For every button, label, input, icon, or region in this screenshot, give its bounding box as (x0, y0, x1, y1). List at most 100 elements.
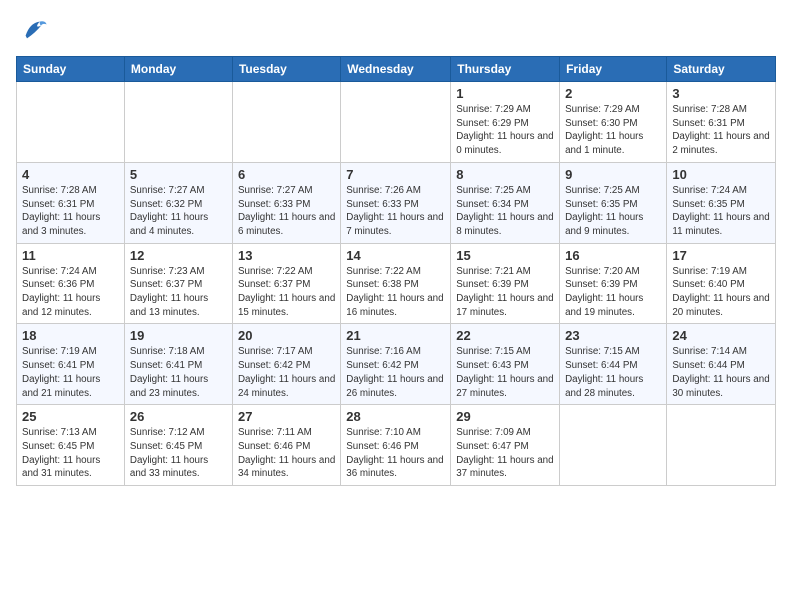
day-number: 7 (346, 167, 445, 182)
day-number: 1 (456, 86, 554, 101)
day-number: 9 (565, 167, 661, 182)
calendar-week-row: 25Sunrise: 7:13 AM Sunset: 6:45 PM Dayli… (17, 405, 776, 486)
calendar-cell: 18 Sunrise: 7:19 AM Sunset: 6:41 PM Dayli… (17, 324, 125, 405)
calendar-cell: 14 Sunrise: 7:22 AM Sunset: 6:38 PM Dayli… (341, 243, 451, 324)
calendar-table: SundayMondayTuesdayWednesdayThursdayFrid… (16, 56, 776, 486)
day-info: Sunrise: 7:20 AM Sunset: 6:39 PM Dayligh… (565, 265, 661, 320)
day-number: 17 (672, 248, 770, 263)
day-info: Sunrise: 7:22 AM Sunset: 6:38 PM Dayligh… (346, 265, 445, 320)
day-number: 23 (565, 328, 661, 343)
calendar-cell: 17 Sunrise: 7:19 AM Sunset: 6:40 PM Dayli… (667, 243, 776, 324)
col-header-saturday: Saturday (667, 57, 776, 82)
calendar-week-row: 1 Sunrise: 7:29 AM Sunset: 6:29 PM Daylig… (17, 82, 776, 163)
day-number: 2 (565, 86, 661, 101)
calendar-cell (341, 82, 451, 163)
day-info: Sunrise: 7:27 AM Sunset: 6:33 PM Dayligh… (238, 184, 335, 239)
col-header-thursday: Thursday (451, 57, 560, 82)
day-number: 16 (565, 248, 661, 263)
calendar-cell: 9 Sunrise: 7:25 AM Sunset: 6:35 PM Daylig… (560, 162, 667, 243)
day-number: 15 (456, 248, 554, 263)
day-info: Sunrise: 7:18 AM Sunset: 6:41 PM Dayligh… (130, 345, 227, 400)
col-header-friday: Friday (560, 57, 667, 82)
calendar-cell: 22Sunrise: 7:15 AM Sunset: 6:43 PM Dayli… (451, 324, 560, 405)
calendar-cell: 23 Sunrise: 7:15 AM Sunset: 6:44 PM Dayli… (560, 324, 667, 405)
day-number: 26 (130, 409, 227, 424)
day-number: 5 (130, 167, 227, 182)
day-number: 4 (22, 167, 119, 182)
day-number: 19 (130, 328, 227, 343)
day-info: Sunrise: 7:09 AM Sunset: 6:47 PM Dayligh… (456, 426, 554, 481)
calendar-cell (124, 82, 232, 163)
col-header-tuesday: Tuesday (232, 57, 340, 82)
day-number: 27 (238, 409, 335, 424)
day-number: 29 (456, 409, 554, 424)
day-number: 24 (672, 328, 770, 343)
day-number: 3 (672, 86, 770, 101)
day-info: Sunrise: 7:23 AM Sunset: 6:37 PM Dayligh… (130, 265, 227, 320)
day-info: Sunrise: 7:16 AM Sunset: 6:42 PM Dayligh… (346, 345, 445, 400)
logo-bird-icon (20, 16, 48, 44)
calendar-cell (232, 82, 340, 163)
day-number: 18 (22, 328, 119, 343)
day-info: Sunrise: 7:12 AM Sunset: 6:45 PM Dayligh… (130, 426, 227, 481)
calendar-cell: 13 Sunrise: 7:22 AM Sunset: 6:37 PM Dayli… (232, 243, 340, 324)
day-number: 21 (346, 328, 445, 343)
calendar-cell: 20Sunrise: 7:17 AM Sunset: 6:42 PM Dayli… (232, 324, 340, 405)
calendar-cell: 7 Sunrise: 7:26 AM Sunset: 6:33 PM Daylig… (341, 162, 451, 243)
day-info: Sunrise: 7:24 AM Sunset: 6:36 PM Dayligh… (22, 265, 119, 320)
calendar-cell: 3 Sunrise: 7:28 AM Sunset: 6:31 PM Daylig… (667, 82, 776, 163)
calendar-cell (17, 82, 125, 163)
page-header (16, 16, 776, 44)
day-number: 28 (346, 409, 445, 424)
day-info: Sunrise: 7:19 AM Sunset: 6:40 PM Dayligh… (672, 265, 770, 320)
calendar-cell: 24 Sunrise: 7:14 AM Sunset: 6:44 PM Dayli… (667, 324, 776, 405)
day-info: Sunrise: 7:29 AM Sunset: 6:30 PM Dayligh… (565, 103, 661, 158)
calendar-cell: 6 Sunrise: 7:27 AM Sunset: 6:33 PM Daylig… (232, 162, 340, 243)
calendar-cell: 2 Sunrise: 7:29 AM Sunset: 6:30 PM Daylig… (560, 82, 667, 163)
calendar-cell (667, 405, 776, 486)
calendar-cell: 25Sunrise: 7:13 AM Sunset: 6:45 PM Dayli… (17, 405, 125, 486)
calendar-cell: 12 Sunrise: 7:23 AM Sunset: 6:37 PM Dayli… (124, 243, 232, 324)
day-info: Sunrise: 7:17 AM Sunset: 6:42 PM Dayligh… (238, 345, 335, 400)
day-info: Sunrise: 7:27 AM Sunset: 6:32 PM Dayligh… (130, 184, 227, 239)
day-number: 14 (346, 248, 445, 263)
calendar-cell: 11 Sunrise: 7:24 AM Sunset: 6:36 PM Dayli… (17, 243, 125, 324)
calendar-cell: 10Sunrise: 7:24 AM Sunset: 6:35 PM Dayli… (667, 162, 776, 243)
calendar-cell: 8Sunrise: 7:25 AM Sunset: 6:34 PM Daylig… (451, 162, 560, 243)
day-info: Sunrise: 7:11 AM Sunset: 6:46 PM Dayligh… (238, 426, 335, 481)
calendar-week-row: 4 Sunrise: 7:28 AM Sunset: 6:31 PM Daylig… (17, 162, 776, 243)
day-info: Sunrise: 7:15 AM Sunset: 6:43 PM Dayligh… (456, 345, 554, 400)
calendar-cell: 26 Sunrise: 7:12 AM Sunset: 6:45 PM Dayli… (124, 405, 232, 486)
calendar-cell: 27 Sunrise: 7:11 AM Sunset: 6:46 PM Dayli… (232, 405, 340, 486)
day-number: 11 (22, 248, 119, 263)
calendar-week-row: 11 Sunrise: 7:24 AM Sunset: 6:36 PM Dayli… (17, 243, 776, 324)
day-number: 12 (130, 248, 227, 263)
calendar-cell: 21 Sunrise: 7:16 AM Sunset: 6:42 PM Dayli… (341, 324, 451, 405)
day-info: Sunrise: 7:28 AM Sunset: 6:31 PM Dayligh… (672, 103, 770, 158)
day-number: 8 (456, 167, 554, 182)
day-number: 13 (238, 248, 335, 263)
calendar-cell: 1 Sunrise: 7:29 AM Sunset: 6:29 PM Daylig… (451, 82, 560, 163)
day-info: Sunrise: 7:19 AM Sunset: 6:41 PM Dayligh… (22, 345, 119, 400)
col-header-sunday: Sunday (17, 57, 125, 82)
calendar-week-row: 18 Sunrise: 7:19 AM Sunset: 6:41 PM Dayli… (17, 324, 776, 405)
day-info: Sunrise: 7:24 AM Sunset: 6:35 PM Dayligh… (672, 184, 770, 239)
day-info: Sunrise: 7:15 AM Sunset: 6:44 PM Dayligh… (565, 345, 661, 400)
calendar-cell: 16 Sunrise: 7:20 AM Sunset: 6:39 PM Dayli… (560, 243, 667, 324)
day-number: 6 (238, 167, 335, 182)
day-info: Sunrise: 7:25 AM Sunset: 6:35 PM Dayligh… (565, 184, 661, 239)
col-header-monday: Monday (124, 57, 232, 82)
day-info: Sunrise: 7:14 AM Sunset: 6:44 PM Dayligh… (672, 345, 770, 400)
day-info: Sunrise: 7:28 AM Sunset: 6:31 PM Dayligh… (22, 184, 119, 239)
day-info: Sunrise: 7:29 AM Sunset: 6:29 PM Dayligh… (456, 103, 554, 158)
calendar-cell: 4 Sunrise: 7:28 AM Sunset: 6:31 PM Daylig… (17, 162, 125, 243)
calendar-cell: 29 Sunrise: 7:09 AM Sunset: 6:47 PM Dayli… (451, 405, 560, 486)
calendar-header-row: SundayMondayTuesdayWednesdayThursdayFrid… (17, 57, 776, 82)
day-info: Sunrise: 7:21 AM Sunset: 6:39 PM Dayligh… (456, 265, 554, 320)
day-info: Sunrise: 7:22 AM Sunset: 6:37 PM Dayligh… (238, 265, 335, 320)
day-info: Sunrise: 7:26 AM Sunset: 6:33 PM Dayligh… (346, 184, 445, 239)
day-info: Sunrise: 7:13 AM Sunset: 6:45 PM Dayligh… (22, 426, 119, 481)
calendar-cell: 19 Sunrise: 7:18 AM Sunset: 6:41 PM Dayli… (124, 324, 232, 405)
calendar-cell: 28Sunrise: 7:10 AM Sunset: 6:46 PM Dayli… (341, 405, 451, 486)
calendar-cell: 5 Sunrise: 7:27 AM Sunset: 6:32 PM Daylig… (124, 162, 232, 243)
